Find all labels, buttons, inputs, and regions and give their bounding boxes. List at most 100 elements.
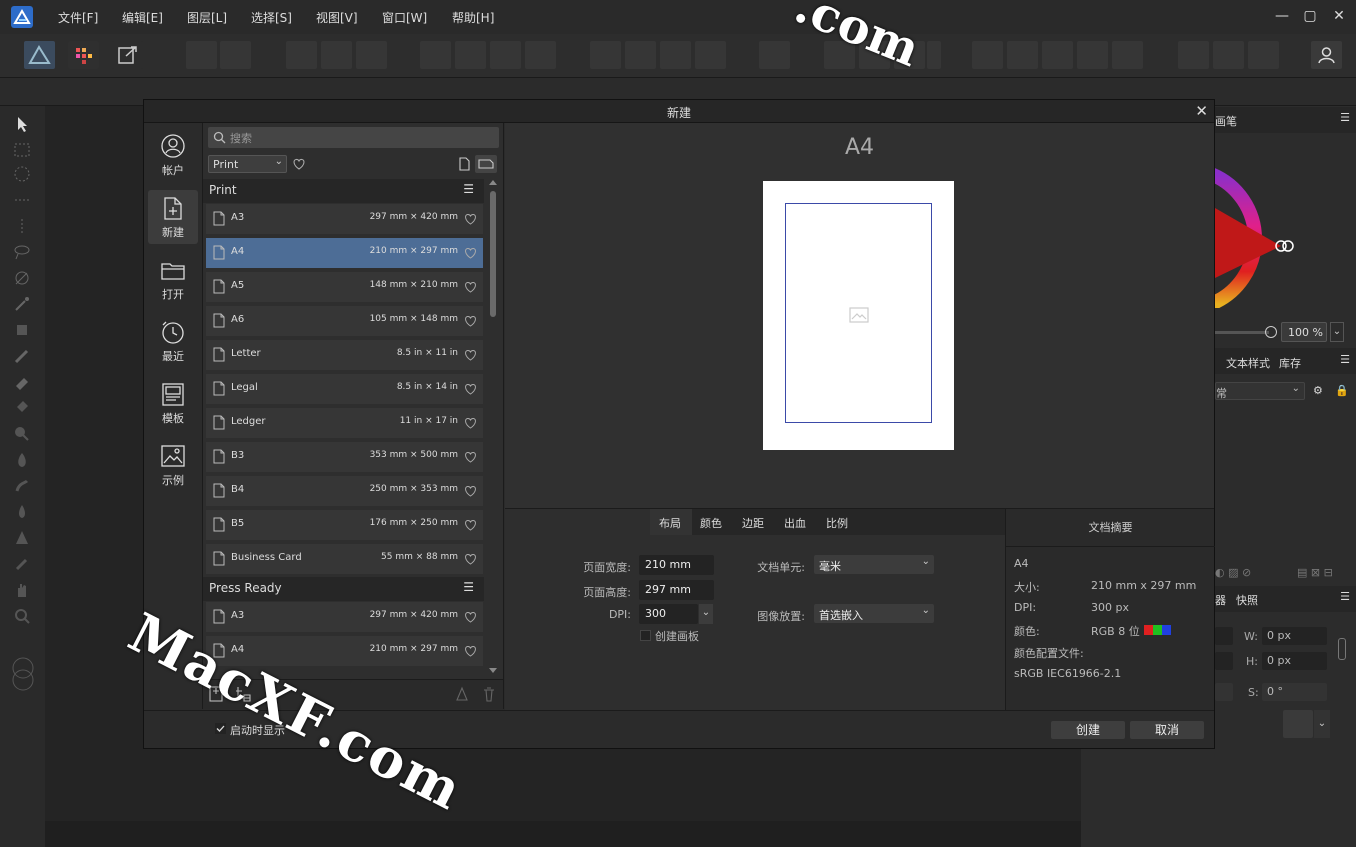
menu-window[interactable]: 窗口[W]: [382, 9, 427, 26]
x-input[interactable]: [1215, 627, 1233, 645]
opacity-slider[interactable]: [1215, 331, 1269, 334]
favorite-heart-icon[interactable]: [464, 247, 477, 259]
sidebar-item-open[interactable]: 打开: [148, 252, 198, 306]
preset-item[interactable]: A4 210 mm × 297 mm: [206, 636, 483, 666]
sidebar-item-account[interactable]: 帐户: [148, 128, 198, 182]
toolbar-button[interactable]: [660, 41, 691, 69]
magic-wand-icon[interactable]: [12, 294, 32, 314]
export-persona-icon[interactable]: [112, 41, 143, 69]
favorite-heart-icon[interactable]: [464, 451, 477, 463]
toolbar-button[interactable]: [186, 41, 217, 69]
gear-icon[interactable]: ⚙: [1313, 384, 1323, 397]
trash-icon[interactable]: [482, 686, 496, 702]
toolbar-button[interactable]: [1213, 41, 1244, 69]
image-placement-select[interactable]: 首选嵌入 ⌄: [814, 604, 934, 623]
blur-icon[interactable]: [12, 502, 32, 522]
transform-tab[interactable]: 器: [1215, 592, 1226, 608]
toolbar-button[interactable]: [356, 41, 387, 69]
smudge-icon[interactable]: [12, 476, 32, 496]
create-button[interactable]: 创建: [1051, 721, 1125, 739]
dodge-icon[interactable]: [12, 424, 32, 444]
preset-item[interactable]: Legal 8.5 in × 14 in: [206, 374, 483, 404]
create-artboard-checkbox[interactable]: [640, 630, 651, 641]
toolbar-button[interactable]: [220, 41, 251, 69]
add-preset-icon[interactable]: [209, 686, 223, 702]
tab-color[interactable]: 颜色: [700, 515, 722, 531]
chevron-down-icon[interactable]: ⌄: [1314, 710, 1330, 738]
menu-layer[interactable]: 图层[L]: [187, 9, 227, 26]
favorite-heart-icon[interactable]: [464, 281, 477, 293]
toolbar-button[interactable]: [420, 41, 451, 69]
favorite-heart-icon[interactable]: [464, 383, 477, 395]
toolbar-button[interactable]: [455, 41, 486, 69]
preset-item[interactable]: A6 105 mm × 148 mm: [206, 306, 483, 336]
h-input[interactable]: 0 px: [1262, 652, 1327, 670]
user-account-icon[interactable]: [1311, 41, 1342, 69]
zoom-input[interactable]: 100 %: [1281, 322, 1327, 342]
zoom-tool-icon[interactable]: [12, 606, 32, 626]
preset-group-header[interactable]: Press Ready ☰: [203, 577, 484, 601]
favorites-heart-icon[interactable]: [292, 157, 306, 171]
add-category-icon[interactable]: [235, 686, 251, 702]
transform-origin-icon[interactable]: [1283, 710, 1313, 738]
sidebar-item-samples[interactable]: 示例: [148, 438, 198, 492]
minimize-icon[interactable]: —: [1274, 8, 1290, 24]
landscape-orientation-button[interactable]: [475, 155, 497, 173]
sidebar-item-recent[interactable]: 最近: [148, 314, 198, 368]
ellipse-marquee-icon[interactable]: [12, 164, 32, 184]
toolbar-button[interactable]: [625, 41, 656, 69]
preset-scrollbar[interactable]: [487, 179, 499, 674]
menu-help[interactable]: 帮助[H]: [452, 9, 494, 26]
preset-item[interactable]: B3 353 mm × 500 mm: [206, 442, 483, 472]
toolbar-button[interactable]: [759, 41, 790, 69]
w-input[interactable]: 0 px: [1262, 627, 1327, 645]
layer-fx-icon[interactable]: ◐ ▨ ⊘: [1215, 566, 1251, 579]
app-logo-icon[interactable]: [11, 6, 33, 28]
lock-icon[interactable]: 🔒: [1335, 384, 1349, 397]
favorite-heart-icon[interactable]: [464, 519, 477, 531]
crop-tool-icon[interactable]: [12, 320, 32, 340]
group-menu-icon[interactable]: ☰: [463, 182, 474, 196]
hand-tool-icon[interactable]: [12, 580, 32, 600]
preset-group-header[interactable]: Print ☰: [203, 179, 484, 203]
favorite-heart-icon[interactable]: [464, 349, 477, 361]
favorite-heart-icon[interactable]: [464, 213, 477, 225]
color-picker-icon[interactable]: [12, 554, 32, 574]
library-tab[interactable]: 库存: [1279, 355, 1301, 371]
toolbar-button[interactable]: [490, 41, 521, 69]
tab-bleed[interactable]: 出血: [784, 515, 806, 531]
persona-photo-icon[interactable]: [24, 41, 55, 69]
maximize-icon[interactable]: ▢: [1302, 8, 1318, 24]
group-menu-icon[interactable]: ☰: [463, 580, 474, 594]
portrait-orientation-icon[interactable]: [457, 157, 471, 171]
tab-scale[interactable]: 比例: [826, 515, 848, 531]
toolbar-button[interactable]: [1007, 41, 1038, 69]
favorite-heart-icon[interactable]: [464, 315, 477, 327]
color-swatch-icon[interactable]: [10, 656, 36, 694]
toolbar-button[interactable]: [321, 41, 352, 69]
toolbar-button[interactable]: [525, 41, 556, 69]
page-height-input[interactable]: 297 mm: [639, 580, 714, 600]
tab-margins[interactable]: 边距: [742, 515, 764, 531]
opacity-slider-handle[interactable]: [1265, 326, 1277, 338]
snapshots-tab[interactable]: 快照: [1236, 592, 1258, 608]
toolbar-button[interactable]: [1248, 41, 1279, 69]
edit-preset-icon[interactable]: [455, 686, 469, 702]
sidebar-item-new[interactable]: 新建: [148, 190, 198, 244]
y-input[interactable]: [1215, 652, 1233, 670]
page-width-input[interactable]: 210 mm: [639, 555, 714, 575]
eraser-icon[interactable]: [12, 372, 32, 392]
doc-units-select[interactable]: 毫米 ⌄: [814, 555, 934, 574]
persona-grid-icon[interactable]: [68, 41, 99, 69]
preset-item[interactable]: A3 297 mm × 420 mm: [206, 204, 483, 234]
lasso-icon[interactable]: [12, 242, 32, 262]
dpi-input[interactable]: 300: [639, 604, 698, 624]
move-tool-icon[interactable]: [12, 114, 32, 134]
brush-tab[interactable]: 画笔: [1215, 113, 1237, 129]
preset-item[interactable]: Letter 8.5 in × 11 in: [206, 340, 483, 370]
row-marquee-icon[interactable]: [12, 190, 32, 210]
cancel-button[interactable]: 取消: [1130, 721, 1204, 739]
burn-icon[interactable]: [12, 450, 32, 470]
color-wheel[interactable]: [1215, 168, 1305, 308]
toolbar-button[interactable]: [894, 41, 925, 69]
